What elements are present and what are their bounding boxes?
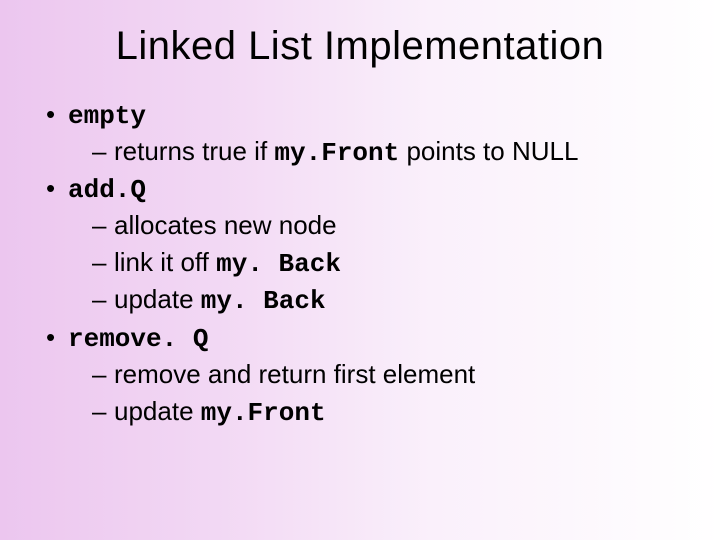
- bullet-icon: •: [46, 171, 68, 206]
- sub-pre: returns true if: [114, 136, 274, 166]
- sub-pre: update: [114, 396, 201, 426]
- bullet-icon: •: [46, 320, 68, 355]
- sub-list: – returns true if my.Front points to NUL…: [46, 134, 680, 171]
- sub-item: – update my. Back: [92, 282, 680, 319]
- dash-icon: –: [92, 134, 114, 169]
- sub-code: my.Front: [274, 138, 399, 168]
- slide: Linked List Implementation • empty – ret…: [0, 0, 720, 540]
- sub-code: my. Back: [201, 286, 326, 316]
- bullet-item: • empty – returns true if my.Front point…: [46, 97, 680, 171]
- sub-item: – returns true if my.Front points to NUL…: [92, 134, 680, 171]
- sub-code: my. Back: [216, 249, 341, 279]
- bullet-label: remove. Q: [68, 322, 208, 357]
- bullet-list: • empty – returns true if my.Front point…: [46, 97, 680, 431]
- sub-pre: update: [114, 284, 201, 314]
- dash-icon: –: [92, 245, 114, 280]
- sub-text: update my. Back: [114, 282, 326, 319]
- sub-pre: allocates new node: [114, 210, 337, 240]
- bullet-row: • empty: [46, 97, 680, 134]
- bullet-label: empty: [68, 99, 146, 134]
- dash-icon: –: [92, 282, 114, 317]
- sub-item: – update my.Front: [92, 394, 680, 431]
- sub-text: returns true if my.Front points to NULL: [114, 134, 578, 171]
- bullet-row: • remove. Q: [46, 320, 680, 357]
- dash-icon: –: [92, 394, 114, 429]
- sub-code: my.Front: [201, 398, 326, 428]
- sub-item: – allocates new node: [92, 208, 680, 245]
- sub-list: – remove and return first element – upda…: [46, 357, 680, 431]
- bullet-item: • add.Q – allocates new node – link it o…: [46, 171, 680, 319]
- bullet-item: • remove. Q – remove and return first el…: [46, 320, 680, 431]
- bullet-label: add.Q: [68, 173, 146, 208]
- bullet-icon: •: [46, 97, 68, 132]
- sub-item: – link it off my. Back: [92, 245, 680, 282]
- sub-pre: remove and return first element: [114, 359, 475, 389]
- sub-item: – remove and return first element: [92, 357, 680, 394]
- sub-text: update my.Front: [114, 394, 326, 431]
- sub-list: – allocates new node – link it off my. B…: [46, 208, 680, 319]
- slide-title: Linked List Implementation: [40, 24, 680, 69]
- sub-pre: link it off: [114, 247, 216, 277]
- sub-text: remove and return first element: [114, 357, 475, 394]
- sub-post: points to NULL: [399, 136, 578, 166]
- dash-icon: –: [92, 357, 114, 392]
- dash-icon: –: [92, 208, 114, 243]
- sub-text: allocates new node: [114, 208, 337, 245]
- bullet-row: • add.Q: [46, 171, 680, 208]
- sub-text: link it off my. Back: [114, 245, 341, 282]
